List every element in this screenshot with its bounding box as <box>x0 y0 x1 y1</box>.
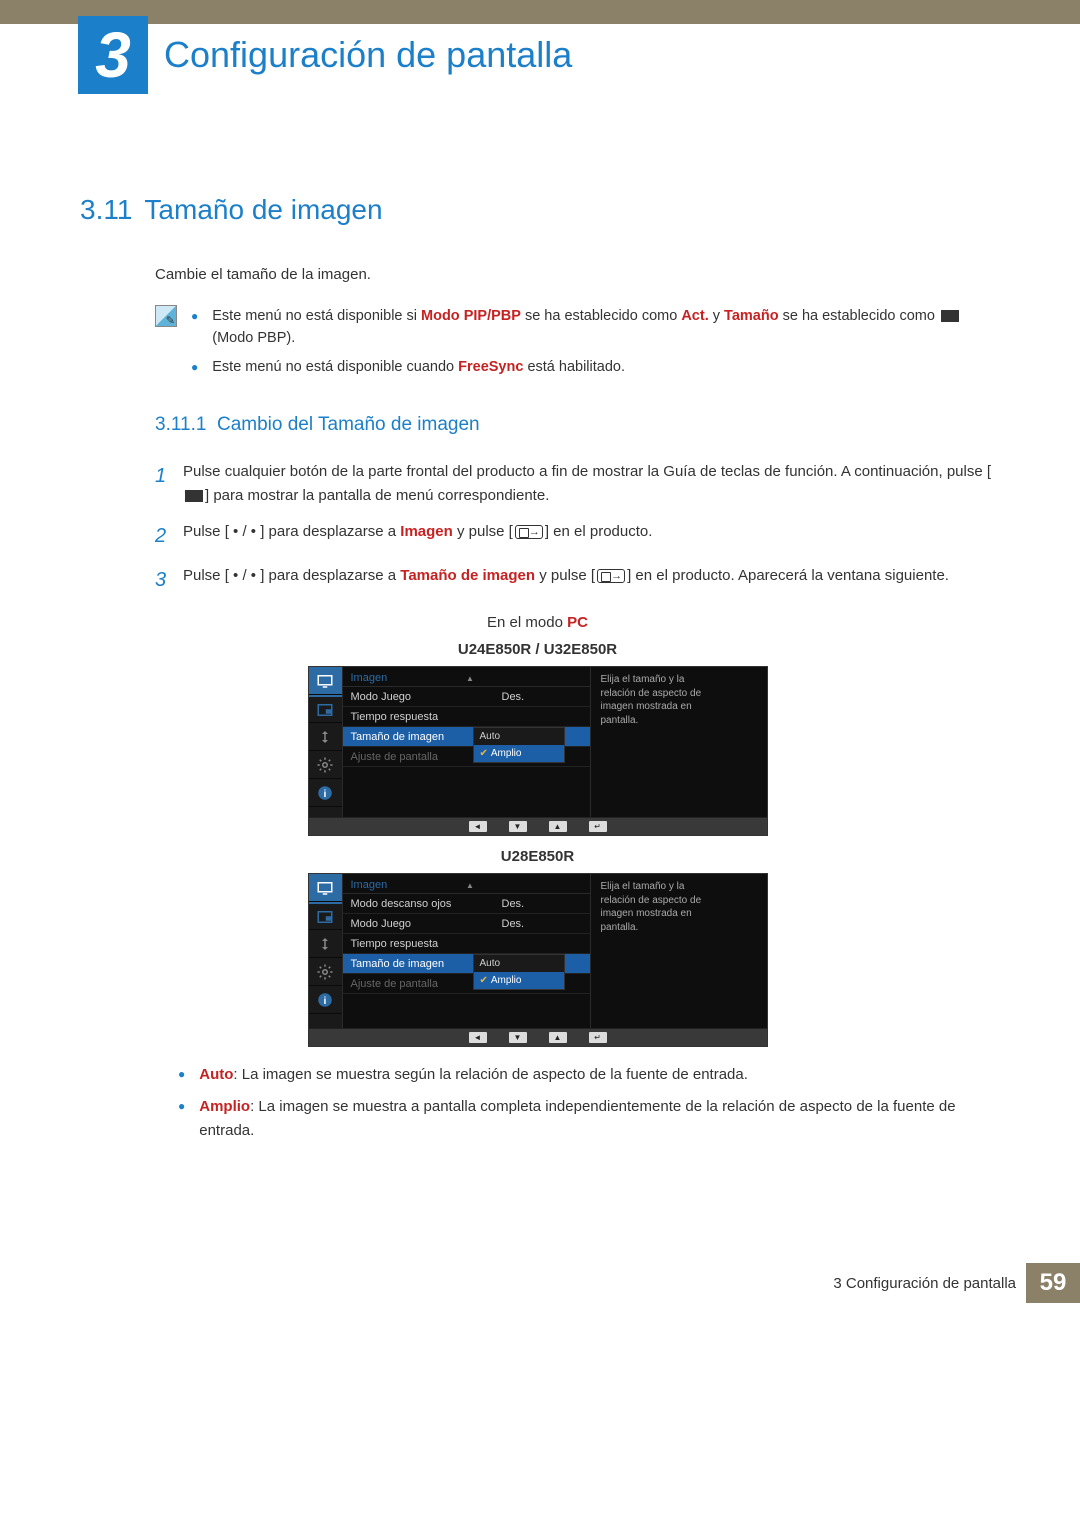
dropdown-option-amplio: ✔Amplio <box>474 972 564 989</box>
model-label-2: U28E850R <box>80 848 995 865</box>
page-footer: 3 Configuración de pantalla 59 <box>0 1263 1080 1303</box>
intro-paragraph: Cambie el tamaño de la imagen. <box>155 266 995 283</box>
chapter-title: Configuración de pantalla <box>164 34 572 76</box>
osd-description: Elija el tamaño y la relación de aspecto… <box>591 667 721 817</box>
footer-chapter-text: 3 Configuración de pantalla <box>833 1275 1016 1292</box>
sidebar-settings-icon <box>309 958 342 986</box>
pbp-icon <box>941 310 959 322</box>
step-item: 1 Pulse cualquier botón de la parte fron… <box>155 460 995 508</box>
nav-down-icon: ▼ <box>509 821 527 832</box>
mode-label: En el modo PC <box>80 614 995 631</box>
enter-button-icon <box>515 525 543 539</box>
step-item: 3 Pulse [ • / • ] para desplazarse a Tam… <box>155 564 995 596</box>
osd-menu-header: Imagen▲ <box>343 874 590 894</box>
section-title: Tamaño de imagen <box>144 194 382 225</box>
section-number: 3.11 <box>80 194 132 225</box>
menu-row-tiempo: Tiempo respuesta <box>343 707 590 727</box>
note-block: ● Este menú no está disponible si Modo P… <box>155 305 995 384</box>
osd-sidebar: i <box>309 874 343 1028</box>
menu-button-icon <box>185 490 203 502</box>
description-item: ● Auto: La imagen se muestra según la re… <box>178 1063 995 1087</box>
sidebar-settings-icon <box>309 751 342 779</box>
subsection-title: Cambio del Tamaño de imagen <box>217 414 480 435</box>
sidebar-display-icon <box>309 930 342 958</box>
sidebar-display-icon <box>309 723 342 751</box>
sidebar-image-icon <box>309 667 342 695</box>
model-label-1: U24E850R / U32E850R <box>80 641 995 658</box>
description-list: ● Auto: La imagen se muestra según la re… <box>178 1063 995 1143</box>
nav-left-icon: ◄ <box>469 821 487 832</box>
sidebar-pip-icon <box>309 695 342 723</box>
dropdown-options: Auto ✔Amplio <box>473 727 565 763</box>
menu-row-tiempo: Tiempo respuesta <box>343 934 590 954</box>
svg-text:i: i <box>324 995 327 1007</box>
section-heading: 3.11 Tamaño de imagen <box>80 194 995 226</box>
menu-row-modo-juego: Modo JuegoDes. <box>343 914 590 934</box>
sidebar-info-icon: i <box>309 779 342 807</box>
dropdown-option-amplio: ✔Amplio <box>474 745 564 762</box>
osd-screenshot-2: i Imagen▲ Modo descanso ojosDes. Modo Ju… <box>308 873 768 1047</box>
nav-enter-icon: ↵ <box>589 1032 607 1043</box>
osd-nav-footer: ◄ ▼ ▲ ↵ <box>309 1028 767 1046</box>
nav-up-icon: ▲ <box>549 821 567 832</box>
menu-row-modo-juego: Modo JuegoDes. <box>343 687 590 707</box>
osd-nav-footer: ◄ ▼ ▲ ↵ <box>309 817 767 835</box>
chapter-number-badge: 3 <box>78 16 148 94</box>
svg-text:i: i <box>324 788 327 800</box>
bullet-icon: ● <box>178 1063 185 1087</box>
dropdown-option-auto: Auto <box>474 728 564 745</box>
nav-up-icon: ▲ <box>549 1032 567 1043</box>
enter-button-icon <box>597 569 625 583</box>
page-number: 59 <box>1026 1263 1080 1303</box>
bullet-icon: ● <box>191 356 198 378</box>
nav-enter-icon: ↵ <box>589 821 607 832</box>
chapter-header: 3 Configuración de pantalla <box>0 16 1080 94</box>
steps-list: 1 Pulse cualquier botón de la parte fron… <box>155 460 995 596</box>
osd-screenshot-1: i Imagen▲ Modo JuegoDes. Tiempo respuest… <box>308 666 768 836</box>
description-item: ● Amplio: La imagen se muestra a pantall… <box>178 1095 995 1143</box>
sidebar-image-icon <box>309 874 342 902</box>
bullet-icon: ● <box>178 1095 185 1143</box>
osd-menu-header: Imagen▲ <box>343 667 590 687</box>
sidebar-pip-icon <box>309 902 342 930</box>
dropdown-options: Auto ✔Amplio <box>473 954 565 990</box>
dropdown-option-auto: Auto <box>474 955 564 972</box>
bullet-icon: ● <box>191 305 198 350</box>
note-item: ● Este menú no está disponible si Modo P… <box>191 305 995 350</box>
note-icon <box>155 305 177 327</box>
note-item: ● Este menú no está disponible cuando Fr… <box>191 356 995 378</box>
osd-sidebar: i <box>309 667 343 817</box>
osd-description: Elija el tamaño y la relación de aspecto… <box>591 874 721 1028</box>
sidebar-info-icon: i <box>309 986 342 1014</box>
step-item: 2 Pulse [ • / • ] para desplazarse a Ima… <box>155 520 995 552</box>
subsection-heading: 3.11.1 Cambio del Tamaño de imagen <box>155 414 995 436</box>
subsection-number: 3.11.1 <box>155 414 206 435</box>
menu-row-modo-descanso: Modo descanso ojosDes. <box>343 894 590 914</box>
nav-left-icon: ◄ <box>469 1032 487 1043</box>
nav-down-icon: ▼ <box>509 1032 527 1043</box>
